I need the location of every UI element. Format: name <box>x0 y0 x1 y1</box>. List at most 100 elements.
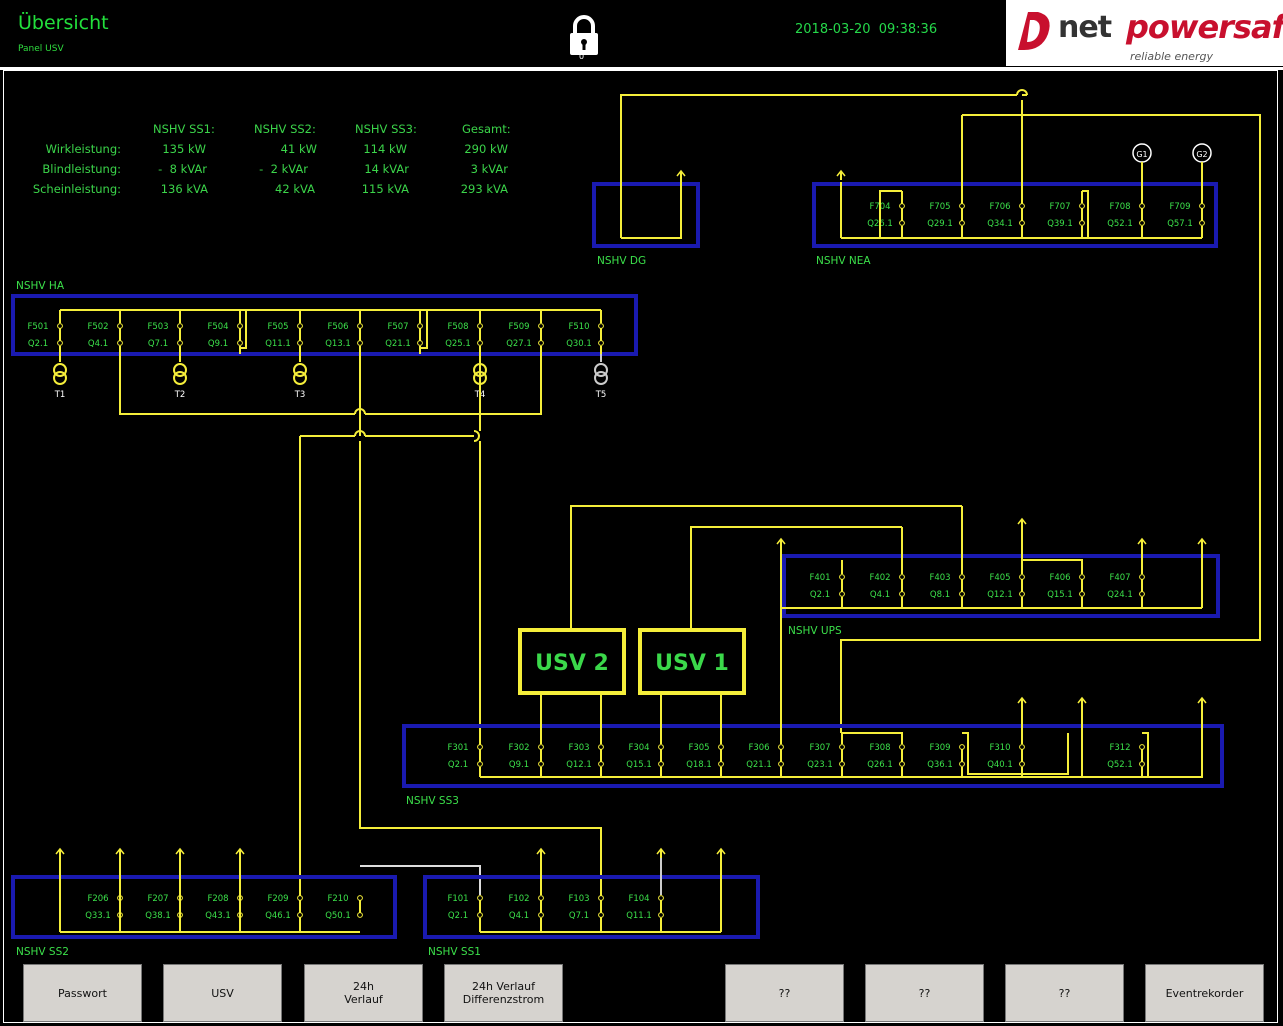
terminal-dot <box>839 591 845 597</box>
stats-value: 136 kVA <box>160 182 208 196</box>
breaker-label: Q36.1 <box>927 760 953 770</box>
24h-verlauf-button[interactable]: 24h Verlauf <box>304 964 423 1022</box>
terminal-dot <box>1199 220 1205 226</box>
generator-label: G1 <box>1136 150 1147 159</box>
breaker-label: Q18.1 <box>686 760 712 770</box>
terminal-dot <box>1139 203 1145 209</box>
stats-row-label: Blindleistung: <box>42 162 121 176</box>
feeder-label: F310 <box>989 743 1010 753</box>
terminal-dot <box>598 340 604 346</box>
terminal-dot <box>538 912 544 918</box>
stats-value: - 2 kVAr <box>259 162 308 176</box>
feeder-label: F709 <box>1169 202 1190 212</box>
terminal-dot <box>959 744 965 750</box>
terminal-dot <box>538 340 544 346</box>
transformer-label: T1 <box>54 390 66 400</box>
breaker-label: Q4.1 <box>870 590 890 600</box>
terminal-dot <box>417 340 423 346</box>
terminal-dot <box>1139 744 1145 750</box>
breaker-label: Q11.1 <box>626 911 652 921</box>
feeder-label: F207 <box>147 894 168 904</box>
stats-value: 3 kVAr <box>470 162 508 176</box>
terminal-dot <box>1199 203 1205 209</box>
eventrekorder-button[interactable]: Eventrekorder <box>1145 964 1264 1022</box>
panel-label-dg: NSHV DG <box>597 255 646 267</box>
unassigned-button-1[interactable]: ?? <box>725 964 844 1022</box>
terminal-dot <box>1079 203 1085 209</box>
feeder-label: F508 <box>447 322 468 332</box>
terminal-dot <box>658 744 664 750</box>
breaker-label: Q21.1 <box>746 760 772 770</box>
differenzstrom-button[interactable]: 24h Verlauf Differenzstrom <box>444 964 563 1022</box>
terminal-dot <box>57 340 63 346</box>
breaker-label: Q12.1 <box>987 590 1013 600</box>
feeder-label: F509 <box>508 322 529 332</box>
transformer-icon <box>173 371 187 385</box>
stats-row-label: Wirkleistung: <box>45 142 121 156</box>
transformer-icon <box>53 371 67 385</box>
unassigned-button-2[interactable]: ?? <box>865 964 984 1022</box>
terminal-dot <box>477 895 483 901</box>
usv-button[interactable]: USV <box>163 964 282 1022</box>
terminal-dot <box>1019 761 1025 767</box>
terminal-dot <box>598 323 604 329</box>
terminal-dot <box>1079 591 1085 597</box>
breaker-label: Q7.1 <box>148 339 168 349</box>
breaker-label: Q46.1 <box>265 911 291 921</box>
feeder-label: F503 <box>147 322 168 332</box>
unassigned-label-1: ?? <box>778 986 791 1000</box>
breaker-label: Q7.1 <box>569 911 589 921</box>
bus-line <box>879 190 902 238</box>
terminal-dot <box>1139 574 1145 580</box>
stats-row-label: Scheinleistung: <box>32 182 121 196</box>
usv-button-label: USV <box>211 986 234 1000</box>
feeder-label: F301 <box>447 743 468 753</box>
breaker-label: Q9.1 <box>509 760 529 770</box>
feeder-label: F405 <box>989 573 1010 583</box>
crossover <box>473 430 480 442</box>
usv2-label: USV 2 <box>535 651 609 676</box>
breaker-label: Q29.1 <box>927 219 953 229</box>
feeder-label: F708 <box>1109 202 1130 212</box>
terminal-dot <box>1019 220 1025 226</box>
feeder-label: F209 <box>267 894 288 904</box>
stats-value: 293 kVA <box>460 182 508 196</box>
terminal-dot <box>297 323 303 329</box>
terminal-dot <box>959 220 965 226</box>
terminal-dot <box>357 895 363 901</box>
feeder-label: F510 <box>568 322 589 332</box>
verlauf-label-2: Verlauf <box>344 993 383 1006</box>
terminal-dot <box>959 761 965 767</box>
terminal-dot <box>538 895 544 901</box>
feeder-label: F306 <box>748 743 769 753</box>
terminal-dot <box>477 744 483 750</box>
breaker-label: Q23.1 <box>807 760 833 770</box>
terminal-dot <box>718 761 724 767</box>
feeder-label: F206 <box>87 894 108 904</box>
feeder-label: F401 <box>809 573 830 583</box>
panel-label-ss2: NSHV SS2 <box>16 946 69 958</box>
terminal-dot <box>718 744 724 750</box>
panel-ss2 <box>11 875 397 939</box>
terminal-dot <box>778 744 784 750</box>
unassigned-button-3[interactable]: ?? <box>1005 964 1124 1022</box>
terminal-dot <box>839 744 845 750</box>
terminal-dot <box>477 912 483 918</box>
stats-value: 114 kW <box>363 142 407 156</box>
breaker-label: Q34.1 <box>987 219 1013 229</box>
eventrekorder-label: Eventrekorder <box>1165 986 1244 1000</box>
feeder-label: F308 <box>869 743 890 753</box>
terminal-dot <box>57 323 63 329</box>
terminal-dot <box>899 220 905 226</box>
transformer-icon <box>293 371 307 385</box>
terminal-dot <box>839 761 845 767</box>
terminal-dot <box>899 744 905 750</box>
terminal-dot <box>297 895 303 901</box>
transformer-label: T2 <box>174 390 186 400</box>
feeder-label: F505 <box>267 322 288 332</box>
stats-value: 42 kVA <box>275 182 315 196</box>
terminal-dot <box>1019 591 1025 597</box>
terminal-dot <box>177 340 183 346</box>
breaker-label: Q57.1 <box>1167 219 1193 229</box>
passwort-button[interactable]: Passwort <box>23 964 142 1022</box>
